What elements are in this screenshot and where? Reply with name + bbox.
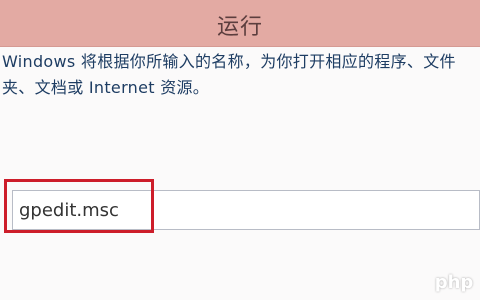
watermark-text: php xyxy=(434,271,474,293)
window-title: 运行 xyxy=(216,15,263,40)
run-description: Windows 将根据你所输入的名称，为你打开相应的程序、文件夹、文档或 Int… xyxy=(2,52,456,97)
open-field-area xyxy=(0,178,480,236)
watermark-logo: php xyxy=(434,270,474,294)
highlight-annotation xyxy=(4,179,154,233)
title-bar: 运行 xyxy=(0,0,480,47)
